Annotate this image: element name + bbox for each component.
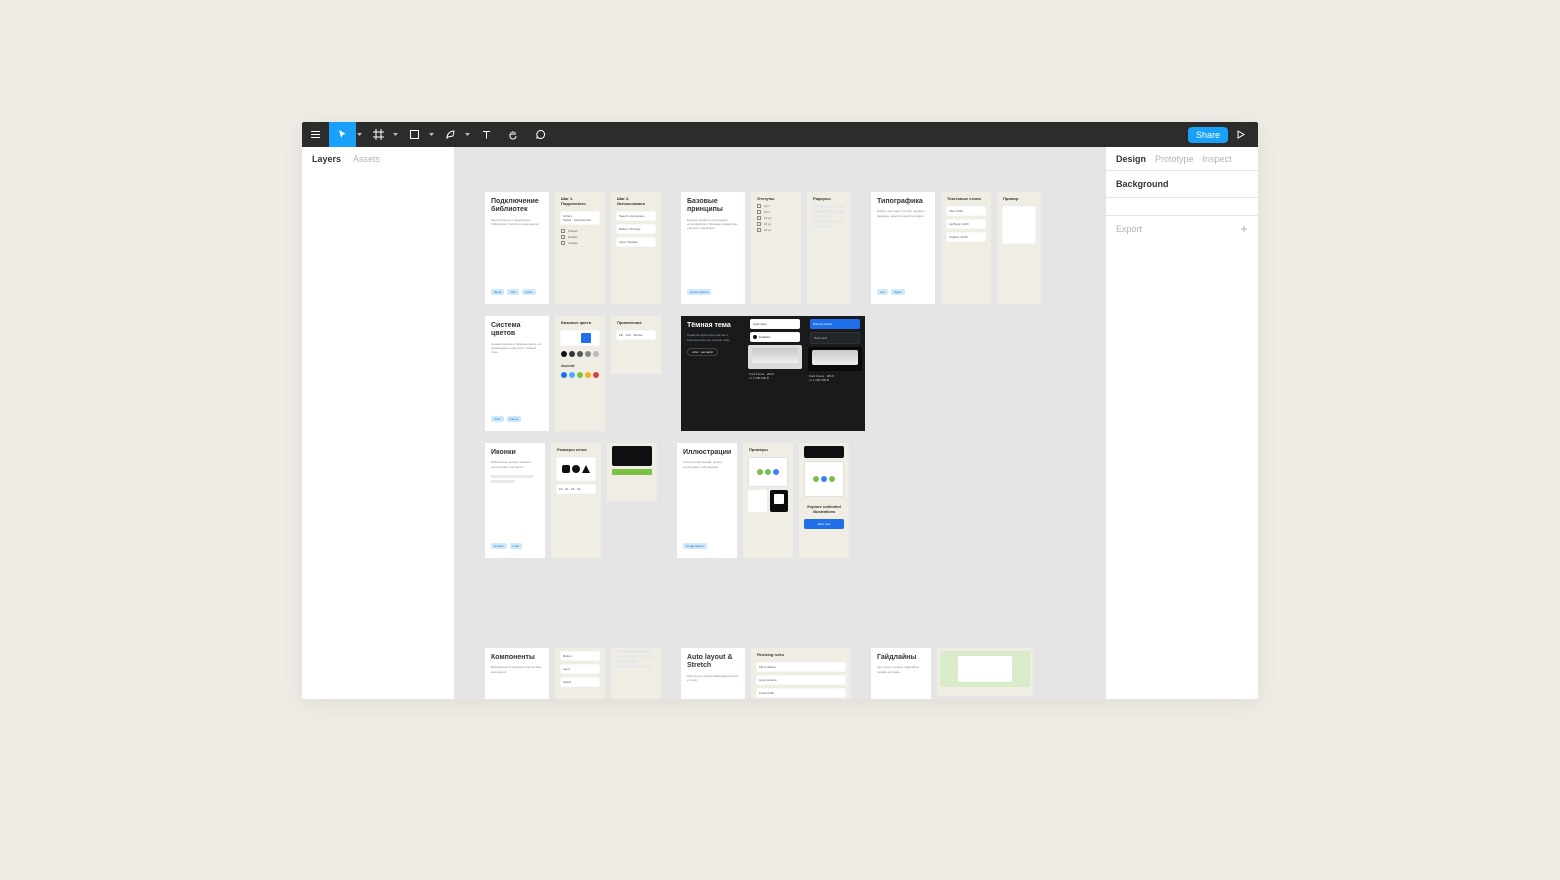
frame-title: Типографика bbox=[871, 192, 935, 209]
comment-tool[interactable] bbox=[527, 122, 554, 147]
menu-icon bbox=[310, 129, 321, 140]
frame-colors-panel-2[interactable]: Применение Fill · Text · Border bbox=[611, 316, 661, 374]
frame-title: Подключение библиотек bbox=[485, 192, 549, 218]
frame-illus-panel-2[interactable]: Explore unlimited illustrations Start no… bbox=[799, 443, 849, 558]
tag: tokens bbox=[507, 416, 522, 422]
cursor-icon bbox=[337, 129, 348, 140]
frame-desc: Единые правила построения интерфейсов и … bbox=[681, 218, 745, 235]
right-panel: Design Prototype Inspect Background Expo… bbox=[1105, 147, 1258, 699]
pen-icon bbox=[445, 129, 456, 140]
export-label: Export bbox=[1116, 224, 1142, 234]
frame-basic-cover[interactable]: Базовые принципы Единые правила построен… bbox=[681, 192, 745, 304]
frame-libraries-panel-2[interactable]: Шаг 2. Использовать Search component… Bu… bbox=[611, 192, 661, 304]
rectangle-icon bbox=[409, 129, 420, 140]
frame-typography-cover[interactable]: Типографика Набор текстовых стилей: шриф… bbox=[871, 192, 935, 304]
tag: styles bbox=[891, 289, 905, 295]
frame-tool-chevron[interactable] bbox=[392, 122, 399, 147]
car-thumb-dark bbox=[808, 347, 862, 371]
present-button[interactable] bbox=[1228, 122, 1252, 147]
frame-colors-cover[interactable]: Система цветов Семантические и базовые ц… bbox=[485, 316, 549, 431]
hand-icon bbox=[508, 129, 519, 140]
frame-icons-panel-2[interactable] bbox=[607, 443, 657, 501]
move-tool-chevron[interactable] bbox=[356, 122, 363, 147]
text-tool[interactable] bbox=[473, 122, 500, 147]
frame-title: Система цветов bbox=[485, 316, 549, 342]
subhead: Шаг 1. Подключить bbox=[555, 192, 605, 208]
frame-basic-panel-2[interactable]: Радиусы bbox=[807, 192, 851, 304]
hand-tool[interactable] bbox=[500, 122, 527, 147]
text-icon bbox=[481, 129, 492, 140]
frame-autolayout-panel[interactable]: Resizing rules Fill container Hug conten… bbox=[751, 648, 851, 699]
section-background[interactable]: Background bbox=[1106, 171, 1258, 198]
tag: ui-kit bbox=[510, 543, 522, 549]
frame-guidelines-panel[interactable] bbox=[937, 648, 1033, 696]
frame-components-cover[interactable]: Компоненты Библиотека UI-компонентов на … bbox=[485, 648, 549, 699]
frame-icon bbox=[373, 129, 384, 140]
frame-title: Компоненты bbox=[485, 648, 549, 665]
chevron-down-icon bbox=[393, 133, 398, 137]
tag: web bbox=[507, 289, 519, 295]
share-button[interactable]: Share bbox=[1188, 127, 1228, 143]
tab-layers[interactable]: Layers bbox=[312, 154, 341, 164]
chevron-down-icon bbox=[465, 133, 470, 137]
tag: color bbox=[491, 416, 504, 422]
frame-typography-panel-2[interactable]: Пример bbox=[997, 192, 1041, 304]
tag: styles bbox=[522, 289, 536, 295]
frame-components-panel-1[interactable]: ButtonInputSelect bbox=[555, 648, 605, 699]
menu-button[interactable] bbox=[302, 122, 329, 147]
frame-title: Базовые принципы bbox=[681, 192, 745, 218]
move-tool[interactable] bbox=[329, 122, 356, 147]
tab-assets[interactable]: Assets bbox=[353, 154, 380, 164]
right-panel-tabs: Design Prototype Inspect bbox=[1106, 147, 1258, 171]
subhead: Шаг 2. Использовать bbox=[611, 192, 661, 208]
frame-title: Иллюстрации bbox=[677, 443, 737, 460]
tab-inspect[interactable]: Inspect bbox=[1203, 154, 1232, 164]
frame-icons-panel-1[interactable]: Размеры сетки 16 · 20 · 24 · 32 bbox=[551, 443, 601, 558]
frame-tool[interactable] bbox=[365, 122, 392, 147]
frame-libraries-cover[interactable]: Подключение библиотек Как настроить и по… bbox=[485, 192, 549, 304]
frame-dark-theme[interactable]: Тёмная тема Правила адаптации цветов и к… bbox=[681, 316, 865, 431]
frame-desc: Как настроить и подключить библиотеку ст… bbox=[485, 218, 549, 230]
pen-tool-chevron[interactable] bbox=[464, 122, 471, 147]
plus-icon bbox=[1240, 225, 1248, 233]
tag: layout system bbox=[687, 289, 711, 295]
tag: image assets bbox=[683, 543, 707, 549]
left-panel: Layers Assets bbox=[302, 147, 455, 699]
play-icon bbox=[1236, 130, 1245, 139]
frame-guidelines-cover[interactable]: Гайдлайны Где читать полные гайдлайны ди… bbox=[871, 648, 931, 699]
tag: figma bbox=[491, 289, 504, 295]
figma-window: Share Layers Assets Подключение библиоте… bbox=[302, 122, 1258, 699]
toolbar: Share bbox=[302, 122, 1258, 147]
frame-desc: Набор текстовых стилей: шрифты, размеры,… bbox=[871, 209, 935, 221]
shape-tool-chevron[interactable] bbox=[428, 122, 435, 147]
frame-illus-panel-1[interactable]: Примеры bbox=[743, 443, 793, 558]
pen-tool[interactable] bbox=[437, 122, 464, 147]
tag: text bbox=[877, 289, 888, 295]
section-export[interactable]: Export bbox=[1106, 216, 1258, 242]
chevron-down-icon bbox=[429, 133, 434, 137]
frame-typography-panel-1[interactable]: Текстовые стили Title 24/32 Ag Body 14/2… bbox=[941, 192, 991, 304]
chevron-down-icon bbox=[357, 133, 362, 137]
pill: color · semantic bbox=[687, 348, 718, 356]
frame-components-panel-2[interactable] bbox=[611, 648, 661, 699]
canvas[interactable]: Подключение библиотек Как настроить и по… bbox=[455, 147, 1105, 699]
left-panel-tabs: Layers Assets bbox=[302, 147, 454, 170]
shape-tool[interactable] bbox=[401, 122, 428, 147]
frame-title: Гайдлайны bbox=[871, 648, 931, 665]
frame-basic-panel-1[interactable]: Отступы 4 px 8 px 12 px 16 px 24 px bbox=[751, 192, 801, 304]
car-thumb bbox=[748, 345, 802, 369]
comment-icon bbox=[535, 129, 546, 140]
tag: iconset bbox=[491, 543, 507, 549]
frame-title: Иконки bbox=[485, 443, 545, 460]
tab-design[interactable]: Design bbox=[1116, 154, 1146, 164]
frame-autolayout-cover[interactable]: Auto layout & Stretch Как строить растяг… bbox=[681, 648, 745, 699]
frame-illustrations-cover[interactable]: Иллюстрации Стили иллюстраций: промо, em… bbox=[677, 443, 737, 558]
frame-title: Auto layout & Stretch bbox=[681, 648, 745, 674]
tab-prototype[interactable]: Prototype bbox=[1155, 154, 1194, 164]
frame-libraries-panel-1[interactable]: Шаг 1. Подключить LibraryStyles · Compon… bbox=[555, 192, 605, 304]
frame-colors-panel-1[interactable]: Базовые цвета Accent bbox=[555, 316, 605, 431]
frame-title: Тёмная тема bbox=[681, 316, 745, 333]
frame-icons-cover[interactable]: Иконки Библиотека иконок, правила постро… bbox=[485, 443, 545, 558]
